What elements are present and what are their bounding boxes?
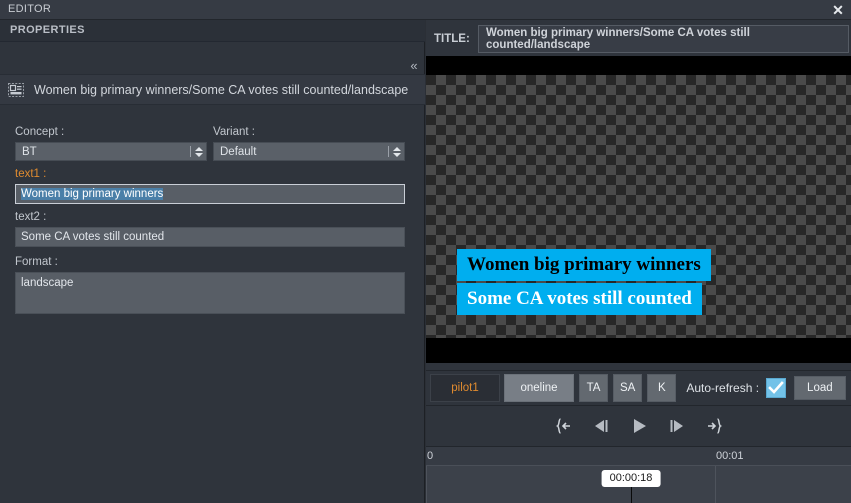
- properties-panel: PROPERTIES « Women big primary winners/S…: [0, 20, 425, 503]
- step-backward-icon[interactable]: [589, 415, 613, 437]
- auto-refresh-label: Auto-refresh :: [686, 380, 760, 395]
- text1-value: Women big primary winners: [21, 188, 164, 200]
- button-sa[interactable]: SA: [613, 373, 643, 402]
- concept-select[interactable]: BT: [15, 142, 207, 161]
- variant-select[interactable]: Default: [213, 142, 405, 161]
- concept-spinner-icon[interactable]: [190, 146, 203, 157]
- variant-label: Variant :: [213, 126, 255, 138]
- concept-value: BT: [22, 145, 37, 158]
- timeline-track[interactable]: 00:00:18: [426, 466, 851, 503]
- text1-label: text1 :: [15, 168, 47, 180]
- spinner-arrows-icon: [195, 146, 203, 157]
- text2-input[interactable]: Some CA votes still counted: [15, 227, 405, 247]
- spinner-arrows-icon: [393, 146, 401, 157]
- window-title: EDITOR: [8, 3, 52, 15]
- auto-refresh-checkbox[interactable]: [766, 377, 787, 398]
- go-to-end-icon[interactable]: [703, 415, 727, 437]
- playhead-time-badge[interactable]: 00:00:18: [601, 470, 661, 487]
- preview-canvas[interactable]: Women big primary winners Some CA votes …: [426, 56, 851, 363]
- timeline-gridline: [426, 466, 427, 503]
- preview-panel: TITLE: Women big primary winners/Some CA…: [426, 20, 851, 503]
- lower-third-graphic: Women big primary winners Some CA votes …: [457, 249, 711, 315]
- tab-pilot1[interactable]: pilot1: [430, 373, 500, 402]
- timeline-ruler[interactable]: 0 00:01: [426, 446, 851, 466]
- load-button[interactable]: Load: [794, 375, 846, 400]
- go-to-start-icon[interactable]: [551, 415, 575, 437]
- transport-controls: [426, 405, 851, 445]
- variant-value: Default: [220, 145, 257, 158]
- template-title-text: Women big primary winners/Some CA votes …: [34, 82, 409, 97]
- step-forward-icon[interactable]: [665, 415, 689, 437]
- select-separator: [190, 146, 191, 157]
- variant-spinner-icon[interactable]: [388, 146, 401, 157]
- text2-value: Some CA votes still counted: [21, 231, 165, 243]
- ruler-tick-1: 00:01: [716, 450, 744, 462]
- select-separator: [388, 146, 389, 157]
- properties-header: PROPERTIES: [0, 20, 425, 42]
- concept-label: Concept :: [15, 126, 65, 138]
- title-input[interactable]: Women big primary winners/Some CA votes …: [478, 25, 849, 53]
- ruler-tick-0: 0: [427, 450, 434, 462]
- title-field-label: TITLE:: [434, 33, 470, 45]
- preview-toolbar: pilot1 oneline TA SA K Auto-refresh : Lo…: [426, 370, 851, 404]
- button-ta[interactable]: TA: [579, 373, 608, 402]
- tab-oneline[interactable]: oneline: [504, 373, 574, 402]
- check-icon: [768, 380, 784, 394]
- format-textarea[interactable]: landscape: [15, 272, 405, 314]
- title-input-value: Women big primary winners/Some CA votes …: [486, 27, 750, 51]
- play-icon[interactable]: [627, 415, 651, 437]
- timeline-gridline: [715, 466, 716, 503]
- window-title-bar: EDITOR ✕: [0, 0, 851, 20]
- chevron-double-left-icon[interactable]: «: [406, 57, 422, 73]
- template-title-row[interactable]: Women big primary winners/Some CA votes …: [0, 74, 425, 105]
- properties-header-label: PROPERTIES: [10, 24, 85, 36]
- text2-label: text2 :: [15, 211, 47, 223]
- title-input-row: TITLE: Women big primary winners/Some CA…: [426, 24, 851, 54]
- editor-window: EDITOR ✕ PROPERTIES « Women big primary …: [0, 0, 851, 503]
- text1-input[interactable]: Women big primary winners: [15, 184, 405, 204]
- close-icon[interactable]: ✕: [829, 1, 847, 19]
- format-value: landscape: [21, 277, 74, 289]
- template-layout-icon: [7, 81, 25, 99]
- format-label: Format :: [15, 256, 58, 268]
- button-k[interactable]: K: [647, 373, 677, 402]
- lower-third-line1: Women big primary winners: [457, 249, 711, 281]
- lower-third-line2: Some CA votes still counted: [457, 283, 702, 315]
